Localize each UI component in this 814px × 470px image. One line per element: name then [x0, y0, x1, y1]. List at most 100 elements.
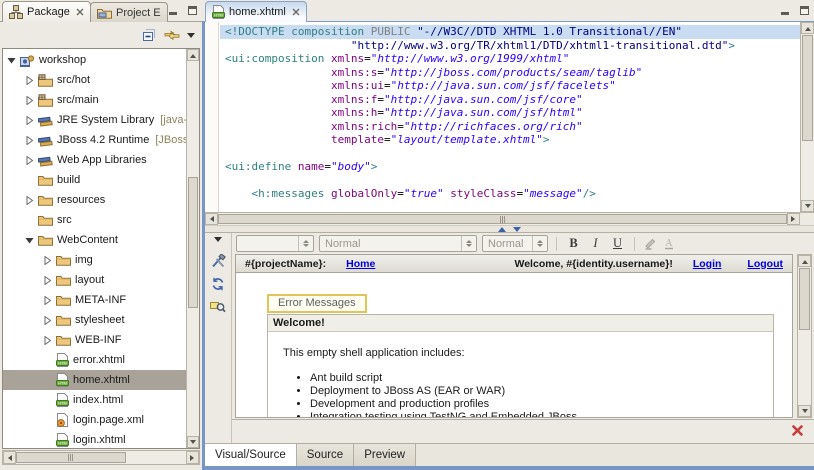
code-line[interactable]: xmlns:ui="http://java.sun.com/jsf/facele… [220, 79, 800, 93]
combo-stepper-icon[interactable] [532, 236, 547, 251]
combo-stepper-icon[interactable] [461, 236, 476, 251]
code-line[interactable]: "http://www.w3.org/TR/xhtml1/DTD/xhtml1-… [220, 39, 800, 53]
code-line[interactable] [220, 174, 800, 188]
code-line[interactable]: template="layout/template.xhtml"> [220, 133, 800, 147]
code-line[interactable]: xmlns:rich="http://richfaces.org/rich" [220, 120, 800, 134]
sash-up-icon[interactable] [498, 227, 506, 232]
expand-arrow-icon[interactable] [24, 156, 35, 165]
tree-item-error-xhtml[interactable]: HTMerror.xhtml [3, 350, 186, 370]
expand-arrow-icon[interactable] [42, 316, 53, 325]
scrollbar-thumb[interactable] [218, 214, 787, 224]
italic-button[interactable]: I [587, 236, 604, 251]
scroll-up-icon[interactable] [801, 22, 814, 34]
scrollbar-thumb[interactable] [802, 35, 813, 141]
vpe-menu-icon[interactable] [214, 237, 222, 246]
expand-arrow-icon[interactable] [42, 256, 53, 265]
expand-arrow-icon[interactable] [24, 136, 35, 145]
tab-project-explorer[interactable]: Project E [90, 2, 168, 22]
tree-item-index-html[interactable]: HTMindex.html [3, 390, 186, 410]
scroll-right-icon[interactable] [186, 451, 199, 464]
expand-arrow-icon[interactable] [24, 76, 35, 85]
scrollbar-thumb[interactable] [188, 177, 198, 309]
style-combo[interactable] [236, 235, 314, 252]
source-editor[interactable]: <!DOCTYPE composition PUBLIC "-//W3C//DT… [205, 22, 814, 225]
font-color-icon[interactable]: A [662, 237, 676, 250]
tab-visual-source[interactable]: Visual/Source [205, 444, 297, 466]
code-line[interactable]: xmlns:h="http://java.sun.com/jsf/html" [220, 106, 800, 120]
tree-item-workshop[interactable]: workshop [3, 50, 186, 70]
code-line[interactable] [220, 147, 800, 161]
tree-item-jboss-4-2-runtime[interactable]: JBoss 4.2 Runtime[JBoss 4.2 [3, 130, 186, 150]
code-line[interactable]: xmlns:s="http://jboss.com/products/seam/… [220, 66, 800, 80]
tab-source[interactable]: Source [297, 444, 354, 466]
collapse-arrow-icon[interactable] [6, 56, 17, 65]
tree-item-home-xhtml[interactable]: HTMhome.xhtml [3, 370, 186, 390]
paragraph-format-combo[interactable]: Normal [319, 235, 477, 252]
scroll-down-icon[interactable] [798, 405, 811, 417]
tree-item-stylesheet[interactable]: stylesheet [3, 310, 186, 330]
underline-button[interactable]: U [609, 236, 626, 251]
tree-item-meta-inf[interactable]: META-INF [3, 290, 186, 310]
minimize-icon[interactable] [778, 4, 792, 17]
scroll-up-icon[interactable] [798, 255, 811, 267]
scroll-up-icon[interactable] [187, 49, 199, 61]
code-line[interactable]: <ui:composition xmlns="http://www.w3.org… [220, 52, 800, 66]
refresh-icon[interactable] [211, 277, 225, 291]
bold-button[interactable]: B [565, 236, 582, 251]
logout-link[interactable]: Logout [747, 258, 783, 270]
code-line[interactable]: <ui:define name="body"> [220, 160, 800, 174]
view-menu-icon[interactable] [187, 33, 195, 42]
collapse-arrow-icon[interactable] [24, 236, 35, 245]
tree-item-src-hot[interactable]: src/hot [3, 70, 186, 90]
tree-item-login-xhtml[interactable]: HTMlogin.xhtml [3, 430, 186, 448]
expand-arrow-icon[interactable] [42, 276, 53, 285]
scroll-right-icon[interactable] [787, 213, 800, 225]
error-icon[interactable] [792, 425, 803, 436]
source-vertical-scrollbar[interactable] [800, 22, 814, 212]
scroll-down-icon[interactable] [801, 200, 814, 212]
scroll-left-icon[interactable] [3, 451, 16, 464]
tree-item-src[interactable]: src [3, 210, 186, 230]
expand-arrow-icon[interactable] [24, 196, 35, 205]
tree-item-resources[interactable]: resources [3, 190, 186, 210]
minimize-icon[interactable] [166, 4, 180, 17]
tree-item-build[interactable]: build [3, 170, 186, 190]
show-selection-bar-icon[interactable] [210, 299, 226, 313]
visual-canvas[interactable]: #{projectName}: Home Welcome, #{identity… [235, 254, 793, 418]
close-icon[interactable] [76, 8, 84, 16]
scroll-down-icon[interactable] [187, 436, 199, 448]
expand-arrow-icon[interactable] [24, 116, 35, 125]
font-size-combo[interactable]: Normal [482, 235, 548, 252]
link-with-editor-icon[interactable] [164, 29, 180, 42]
tree-item-src-main[interactable]: src/main [3, 90, 186, 110]
scrollbar-thumb[interactable] [16, 452, 126, 463]
tree-item-web-inf[interactable]: WEB-INF [3, 330, 186, 350]
combo-stepper-icon[interactable] [298, 236, 313, 251]
login-link[interactable]: Login [693, 258, 722, 270]
preferences-icon[interactable] [211, 254, 226, 269]
maximize-icon[interactable] [185, 4, 199, 17]
expand-arrow-icon[interactable] [42, 296, 53, 305]
tree-horizontal-scrollbar[interactable] [2, 450, 200, 465]
tree-vertical-scrollbar[interactable] [186, 49, 199, 448]
tree-item-jre-system-library[interactable]: JRE System Library[java-1.5 [3, 110, 186, 130]
scroll-left-icon[interactable] [205, 213, 218, 225]
visual-vertical-scrollbar[interactable] [797, 254, 812, 418]
code-line[interactable]: xmlns:f="http://java.sun.com/jsf/core" [220, 93, 800, 107]
expand-arrow-icon[interactable] [42, 336, 53, 345]
tab-home-xhtml[interactable]: HTM home.xhtml [205, 1, 307, 22]
tree-item-webcontent[interactable]: WebContent [3, 230, 186, 250]
code-line[interactable]: <!DOCTYPE composition PUBLIC "-//W3C//DT… [220, 25, 800, 39]
split-handle[interactable] [205, 225, 814, 233]
tab-package-explorer[interactable]: Package [2, 1, 91, 22]
scrollbar-thumb[interactable] [799, 268, 810, 330]
source-horizontal-scrollbar[interactable] [205, 212, 800, 225]
close-icon[interactable] [292, 8, 300, 16]
tree-item-img[interactable]: img [3, 250, 186, 270]
error-messages-tag[interactable]: Error Messages [267, 294, 367, 313]
home-link[interactable]: Home [346, 258, 375, 270]
code-line[interactable]: <h:messages globalOnly="true" styleClass… [220, 187, 800, 201]
code-editor[interactable]: <!DOCTYPE composition PUBLIC "-//W3C//DT… [220, 25, 800, 212]
sash-down-icon[interactable] [513, 227, 521, 232]
tree-item-web-app-libraries[interactable]: Web App Libraries [3, 150, 186, 170]
